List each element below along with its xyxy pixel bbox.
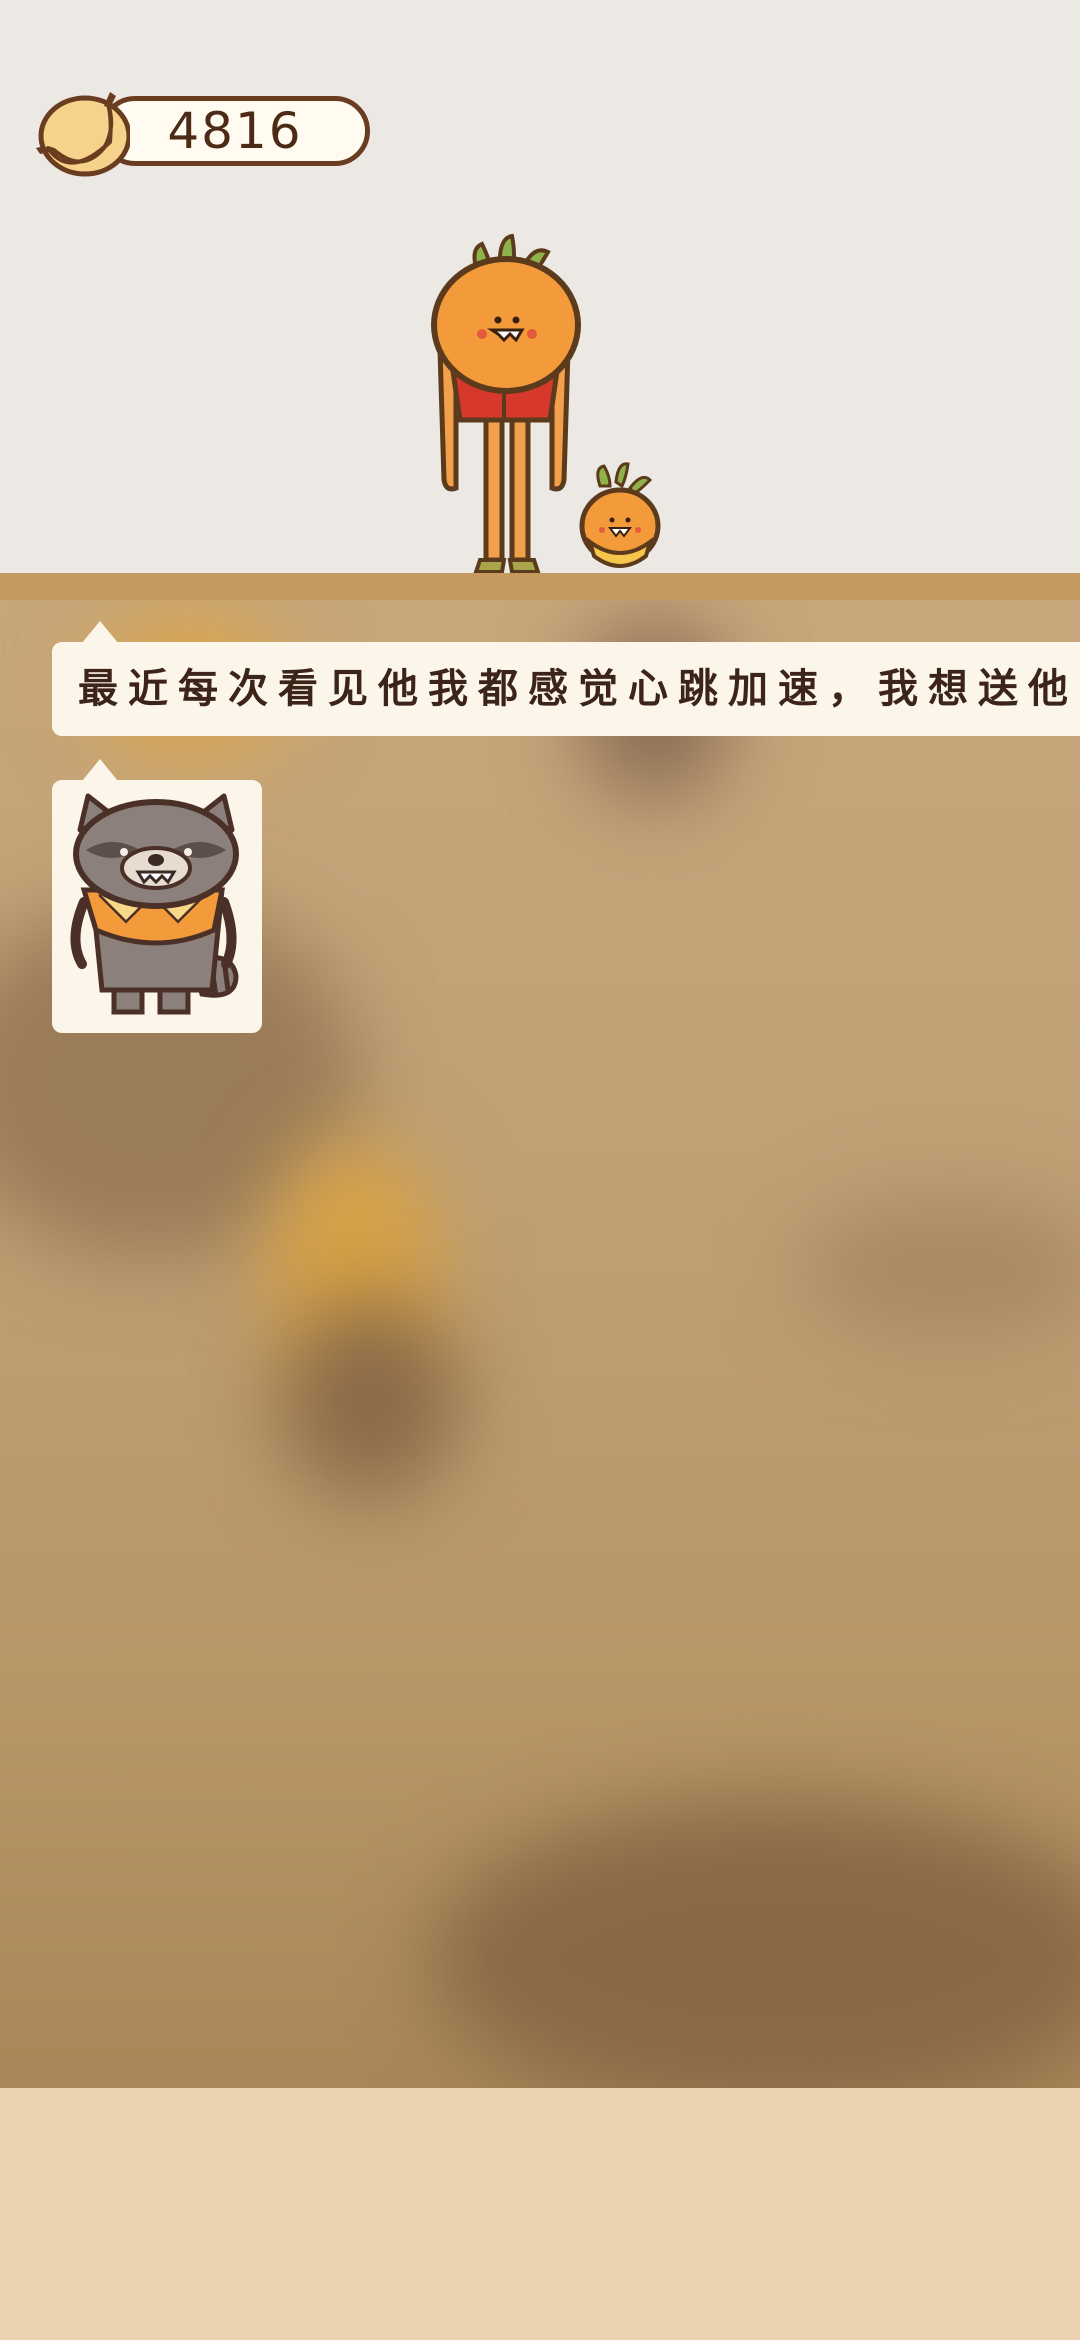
dialog-bubble[interactable]: 最近每次看见他我都感觉心跳加速，我想送他 xyxy=(52,642,1080,736)
background-blur-shape xyxy=(800,1200,1080,1340)
bottom-panel xyxy=(0,2088,1080,2340)
dialog-bubble-tail xyxy=(82,621,118,643)
currency-counter: 4816 xyxy=(30,88,380,184)
background-blur-shape xyxy=(280,1300,460,1500)
carrot-tall-icon xyxy=(431,233,581,574)
portrait-card-tail xyxy=(82,759,118,781)
carrot-characters xyxy=(431,233,661,574)
raccoon-icon xyxy=(70,793,239,1015)
dialog-text: 最近每次看见他我都感觉心跳加速，我想送他 xyxy=(78,666,1078,712)
banana-icon xyxy=(36,92,130,177)
speaker-portrait-card xyxy=(52,780,262,1033)
floor-strip xyxy=(0,573,1080,600)
carrot-small-icon xyxy=(579,462,661,568)
top-scene: 4816 xyxy=(0,0,1080,574)
currency-value: 4816 xyxy=(167,102,303,160)
background-blur-shape xyxy=(430,1800,1080,2088)
